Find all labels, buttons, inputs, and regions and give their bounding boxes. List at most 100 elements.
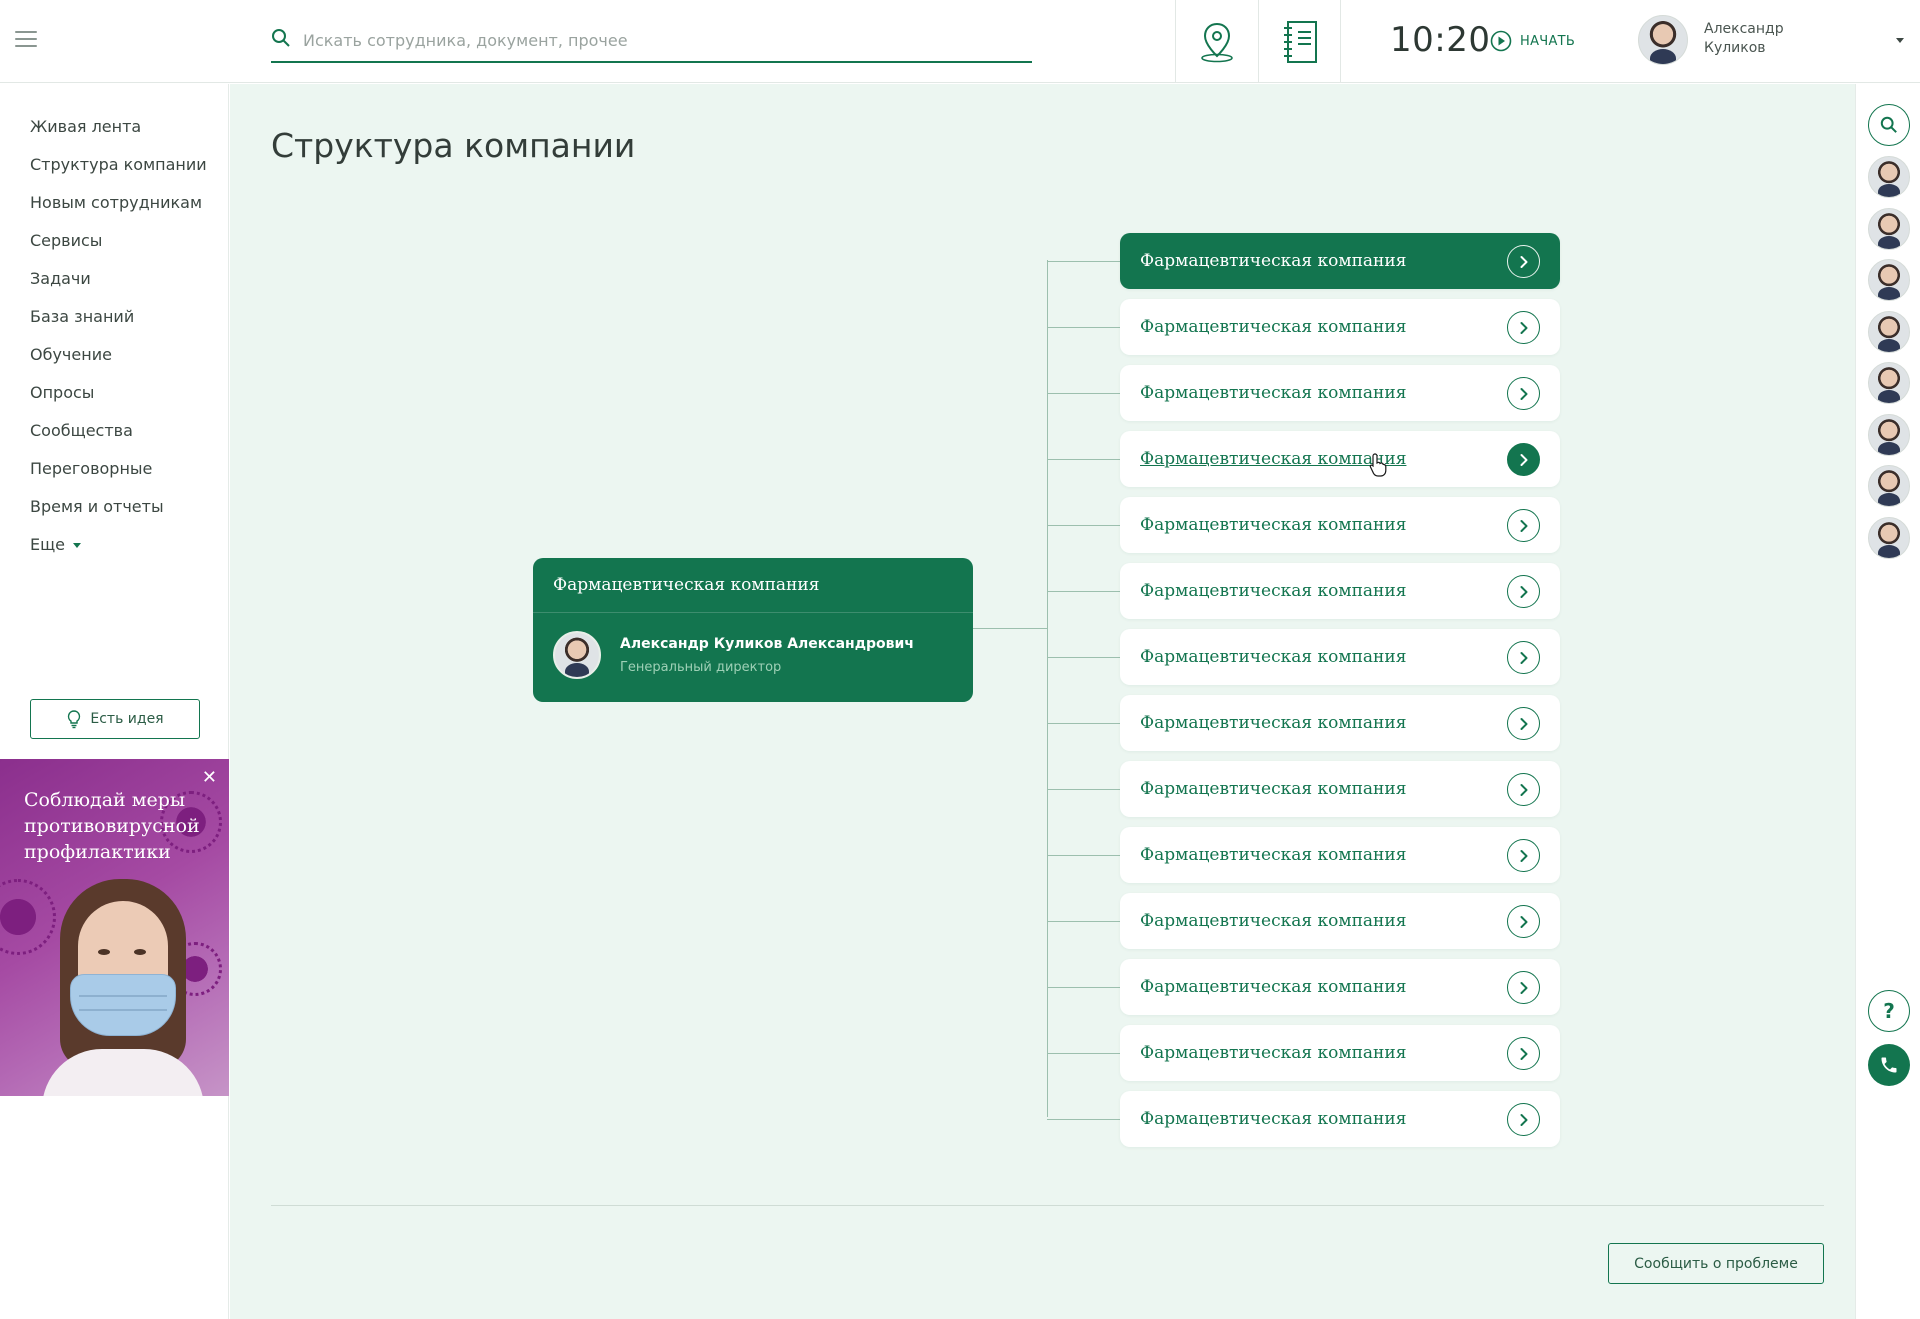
tree-connector [973,628,1048,629]
contact-avatar[interactable] [1868,259,1910,301]
sidebar-item[interactable]: Переговорные [30,458,207,496]
contact-avatar[interactable] [1868,413,1910,456]
chevron-right-icon[interactable] [1507,773,1540,806]
sidebar-item[interactable]: Сообщества [30,420,207,458]
sidebar-item[interactable]: Время и отчеты [30,496,207,534]
notebook-button[interactable] [1258,0,1341,83]
close-icon[interactable]: ✕ [202,767,217,788]
map-button[interactable] [1175,0,1258,83]
root-company-card[interactable]: Фармацевтическая компания Александр Кули… [533,558,973,702]
director-role: Генеральный директор [620,660,782,675]
user-menu[interactable]: Александр Куликов [1638,15,1908,67]
sidebar-item[interactable]: Новым сотрудникам [30,192,207,230]
department-label[interactable]: Фармацевтическая компания [1140,845,1406,865]
contact-avatar[interactable] [1868,362,1910,404]
tree-connector [1047,591,1120,592]
sidebar-item[interactable]: Структура компании [30,154,207,192]
divider [533,612,973,613]
chevron-right-icon[interactable] [1507,377,1540,410]
chevron-down-icon[interactable] [1896,38,1904,43]
department-card[interactable]: Фармацевтическая компания [1120,761,1560,817]
contact-avatar[interactable] [1868,207,1910,250]
sidebar-item[interactable]: Живая лента [30,116,207,154]
sidebar-item[interactable]: Задачи [30,268,207,306]
tree-connector [1047,723,1120,724]
tree-connector [1047,987,1120,988]
department-label[interactable]: Фармацевтическая компания [1140,1109,1406,1129]
chevron-right-icon[interactable] [1507,443,1540,476]
promo-text: Соблюдай меры противовирусной профилакти… [24,789,200,863]
department-label[interactable]: Фармацевтическая компания [1140,383,1406,403]
sidebar-item[interactable]: Сервисы [30,230,207,268]
chevron-right-icon[interactable] [1507,839,1540,872]
phone-button[interactable] [1868,1044,1910,1086]
department-card[interactable]: Фармацевтическая компания [1120,233,1560,289]
chevron-right-icon[interactable] [1507,641,1540,674]
department-card[interactable]: Фармацевтическая компания [1120,497,1560,553]
promo-banner[interactable]: Соблюдай меры противовирусной профилакти… [0,759,229,1096]
contact-avatar[interactable] [1868,156,1910,198]
more-label: Еще [30,535,66,554]
chevron-right-icon[interactable] [1507,245,1540,278]
contact-avatar[interactable] [1868,465,1910,507]
nav-menu: Живая лента Структура компании Новым сот… [30,116,207,572]
department-label[interactable]: Фармацевтическая компания [1140,1043,1406,1063]
chevron-right-icon[interactable] [1507,575,1540,608]
chevron-right-icon[interactable] [1507,311,1540,344]
chevron-right-icon[interactable] [1507,1037,1540,1070]
department-card[interactable]: Фармацевтическая компания [1120,893,1560,949]
department-label[interactable]: Фармацевтическая компания [1140,713,1406,733]
department-label[interactable]: Фармацевтическая компания [1140,251,1406,271]
department-card[interactable]: Фармацевтическая компания [1120,1025,1560,1081]
sidebar-item[interactable]: Опросы [30,382,207,420]
map-pin-icon [1201,22,1233,62]
director-name[interactable]: Александр Куликов Александрович [620,636,914,652]
menu-icon[interactable] [15,31,37,47]
department-card[interactable]: Фармацевтическая компания [1120,629,1560,685]
sidebar-item-more[interactable]: Еще [30,534,207,572]
department-label[interactable]: Фармацевтическая компания [1140,581,1406,601]
avatar [1638,15,1688,65]
department-card[interactable]: Фармацевтическая компания [1120,365,1560,421]
help-icon[interactable]: ? [1868,990,1910,1032]
department-card[interactable]: Фармацевтическая компания [1120,563,1560,619]
chevron-right-icon[interactable] [1507,707,1540,740]
top-header: 10:20 НАЧАТЬ Александр Куликов [0,0,1920,83]
tree-connector [1047,393,1120,394]
tree-connector [1047,1119,1120,1120]
tree-connector [1047,855,1120,856]
idea-button[interactable]: Есть идея [30,699,200,739]
department-label[interactable]: Фармацевтическая компания [1140,317,1406,337]
contact-avatar[interactable] [1868,310,1910,353]
department-card[interactable]: Фармацевтическая компания [1120,695,1560,751]
user-name: Александр Куликов [1704,20,1784,58]
chevron-right-icon[interactable] [1507,971,1540,1004]
department-label[interactable]: Фармацевтическая компания [1140,779,1406,799]
avatar[interactable] [553,631,601,679]
department-label[interactable]: Фармацевтическая компания [1140,911,1406,931]
department-card[interactable]: Фармацевтическая компания [1120,1091,1560,1147]
idea-button-label: Есть идея [90,711,164,727]
start-timer-button[interactable]: НАЧАТЬ [1490,30,1575,52]
department-label[interactable]: Фармацевтическая компания [1140,977,1406,997]
page-title: Структура компании [271,126,636,165]
contact-avatar[interactable] [1868,516,1910,559]
department-card[interactable]: Фармацевтическая компания [1120,299,1560,355]
department-card[interactable]: Фармацевтическая компания [1120,959,1560,1015]
department-label[interactable]: Фармацевтическая компания [1140,449,1406,469]
chevron-right-icon[interactable] [1507,905,1540,938]
department-card[interactable]: Фармацевтическая компания [1120,431,1560,487]
department-label[interactable]: Фармацевтическая компания [1140,515,1406,535]
tree-connector [1047,261,1120,262]
report-problem-button[interactable]: Сообщить о проблеме [1608,1243,1824,1284]
chevron-right-icon[interactable] [1507,509,1540,542]
department-card[interactable]: Фармацевтическая компания [1120,827,1560,883]
sidebar-item[interactable]: Обучение [30,344,207,382]
contacts-search-button[interactable] [1868,104,1910,146]
tree-connector [1047,327,1120,328]
right-rail: ? [1855,84,1920,1319]
search-input[interactable] [303,26,1003,54]
chevron-right-icon[interactable] [1507,1103,1540,1136]
sidebar-item[interactable]: База знаний [30,306,207,344]
department-label[interactable]: Фармацевтическая компания [1140,647,1406,667]
